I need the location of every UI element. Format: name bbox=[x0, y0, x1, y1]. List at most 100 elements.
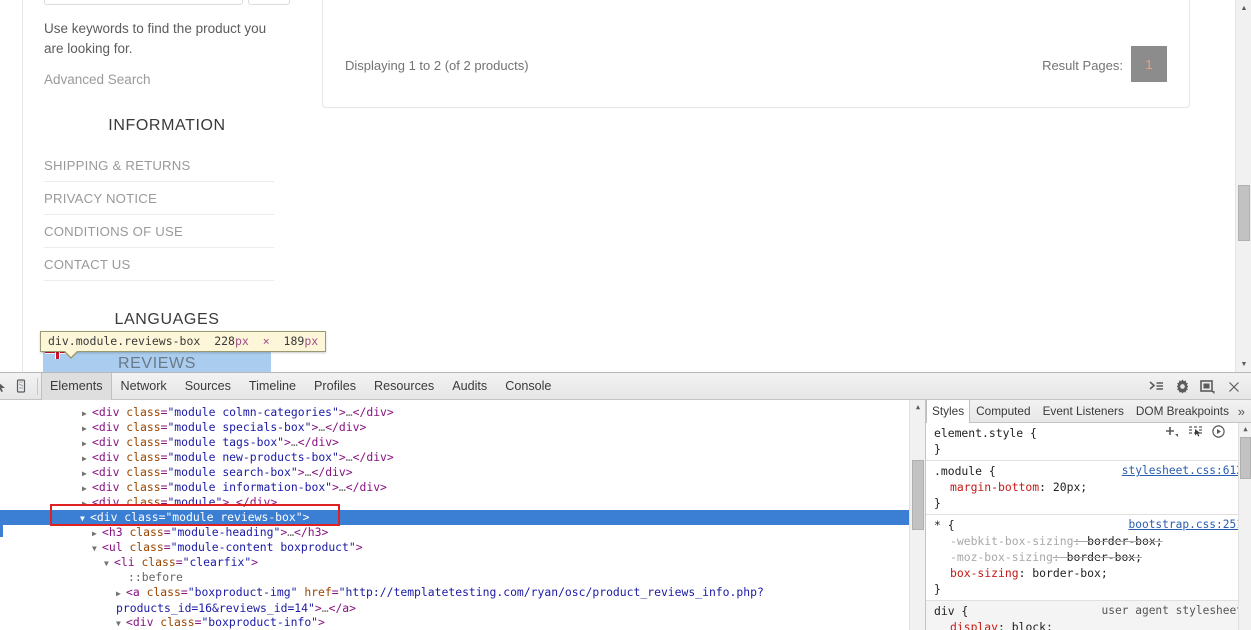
expand-triangle-icon[interactable]: ▶ bbox=[82, 466, 92, 481]
dom-node-row[interactable]: ▶ <div class="module search-box">…</div> bbox=[0, 465, 925, 480]
sidebar-link-shipping-returns[interactable]: SHIPPING & RETURNS bbox=[44, 149, 274, 181]
close-icon[interactable] bbox=[1221, 374, 1247, 400]
advanced-search-link[interactable]: Advanced Search bbox=[44, 72, 290, 87]
dom-node-row[interactable]: ▶ <div class="module new-products-box">…<… bbox=[0, 450, 925, 465]
dom-node-row[interactable]: ▼ <ul class="module-content boxproduct"> bbox=[0, 540, 925, 555]
expand-triangle-icon[interactable]: ▶ bbox=[92, 526, 102, 541]
dom-node-row[interactable]: ▶ <h3 class="module-heading">…</h3> bbox=[0, 525, 925, 540]
declaration-value[interactable]: border-box; bbox=[1080, 534, 1162, 548]
list-item[interactable]: PRIVACY NOTICE bbox=[44, 182, 274, 215]
dom-node-row[interactable]: ▶ <div class="module specials-box">…</div… bbox=[0, 420, 925, 435]
declaration[interactable]: margin-bottom: 20px; bbox=[934, 479, 1243, 495]
list-item[interactable]: SHIPPING & RETURNS bbox=[44, 149, 274, 182]
collapse-triangle-icon[interactable]: ▼ bbox=[116, 616, 126, 630]
more-tabs-chevron-icon[interactable]: » bbox=[1238, 404, 1251, 419]
declaration-value[interactable]: border-box; bbox=[1025, 566, 1107, 580]
collapse-triangle-icon[interactable]: ▼ bbox=[104, 556, 114, 571]
tab-elements[interactable]: Elements bbox=[41, 372, 112, 400]
scroll-up-arrow-icon[interactable]: ▲ bbox=[1236, 0, 1251, 16]
search-input[interactable] bbox=[44, 0, 243, 5]
collapse-triangle-icon[interactable]: ▼ bbox=[80, 511, 90, 526]
declaration-property[interactable]: -moz-box-sizing bbox=[934, 549, 1053, 565]
dom-node-row-anchor[interactable]: ▶ <a class="boxproduct-img" href="http://… bbox=[0, 585, 925, 615]
dom-node-row[interactable]: ▼ <div class="boxproduct-info"> bbox=[0, 615, 925, 630]
sidebar-link-contact-us[interactable]: CONTACT US bbox=[44, 248, 274, 280]
tab-styles[interactable]: Styles bbox=[926, 400, 971, 423]
scrollbar-thumb[interactable] bbox=[912, 460, 924, 530]
add-style-rule-icon[interactable] bbox=[1165, 426, 1179, 442]
scroll-up-arrow-icon[interactable]: ▲ bbox=[910, 400, 925, 414]
tab-sources[interactable]: Sources bbox=[176, 373, 240, 400]
expand-triangle-icon[interactable]: ▶ bbox=[82, 496, 92, 511]
tab-network[interactable]: Network bbox=[112, 373, 176, 400]
expand-triangle-icon[interactable]: ▶ bbox=[82, 436, 92, 451]
declaration-property[interactable]: margin-bottom bbox=[934, 479, 1039, 495]
device-toolbar-icon[interactable] bbox=[8, 373, 34, 399]
pagination-page-1-button[interactable]: 1 bbox=[1131, 46, 1167, 82]
tab-event-listeners[interactable]: Event Listeners bbox=[1037, 400, 1130, 423]
declaration-value[interactable]: border-box; bbox=[1060, 550, 1142, 564]
declaration-property[interactable]: display bbox=[934, 619, 998, 630]
dom-closing-tag: </div> bbox=[311, 465, 353, 479]
style-rule-element-style[interactable]: element.style { } bbox=[926, 423, 1251, 461]
declaration-disabled[interactable]: -moz-box-sizing: border-box; bbox=[934, 549, 1243, 565]
browser-page-viewport: Displaying 1 to 2 (of 2 products) Result… bbox=[0, 0, 1251, 372]
dom-tag-close: > bbox=[251, 555, 259, 569]
declaration-disabled[interactable]: -webkit-box-sizing: border-box; bbox=[934, 533, 1243, 549]
style-rule-user-agent[interactable]: user agent stylesheet div { display: blo… bbox=[926, 601, 1251, 630]
scroll-up-arrow-icon[interactable]: ▲ bbox=[1239, 423, 1251, 435]
console-drawer-icon[interactable] bbox=[1143, 374, 1169, 400]
expand-triangle-icon[interactable]: ▶ bbox=[82, 421, 92, 436]
declaration-property[interactable]: -webkit-box-sizing bbox=[934, 533, 1073, 549]
styles-pane-scrollbar[interactable]: ▲ bbox=[1238, 423, 1251, 630]
expand-triangle-icon[interactable]: ▶ bbox=[116, 586, 126, 601]
element-state-icon[interactable] bbox=[1188, 425, 1203, 442]
declaration-property[interactable]: box-sizing bbox=[934, 565, 1019, 581]
dock-side-icon[interactable] bbox=[1195, 374, 1221, 400]
settings-gear-icon[interactable] bbox=[1169, 374, 1195, 400]
tab-timeline[interactable]: Timeline bbox=[240, 373, 305, 400]
expand-triangle-icon[interactable]: ▶ bbox=[82, 481, 92, 496]
dom-tree-scrollbar[interactable]: ▲ bbox=[909, 400, 925, 630]
expand-triangle-icon[interactable]: ▶ bbox=[82, 406, 92, 421]
sidebar-link-conditions-of-use[interactable]: CONDITIONS OF USE bbox=[44, 215, 274, 247]
style-rule-universal[interactable]: bootstrap.css:251 * { -webkit-box-sizing… bbox=[926, 515, 1251, 601]
dom-node-row[interactable]: ▶ <div class="module">…</div> bbox=[0, 495, 925, 510]
declaration[interactable]: box-sizing: border-box; bbox=[934, 565, 1243, 581]
page-vertical-scrollbar[interactable]: ▲ ▼ bbox=[1235, 0, 1251, 372]
declaration-value[interactable]: 20px; bbox=[1046, 480, 1087, 494]
computed-style-toggle-icon[interactable] bbox=[1212, 425, 1225, 442]
expand-triangle-icon[interactable]: ▶ bbox=[82, 451, 92, 466]
dom-node-row[interactable]: ▶ <div class="module colmn-categories">…<… bbox=[0, 405, 925, 420]
scrollbar-thumb[interactable] bbox=[1240, 437, 1251, 479]
declaration[interactable]: display: block; bbox=[934, 619, 1243, 630]
dom-tree-pane[interactable]: ▶ <div class="module colmn-categories">…<… bbox=[0, 400, 925, 630]
dom-closing-tag: </a> bbox=[328, 601, 357, 615]
rule-source-link[interactable]: stylesheet.css:612 bbox=[1122, 463, 1243, 479]
dom-node-row[interactable]: ▼ <li class="clearfix"> bbox=[0, 555, 925, 570]
dom-node-row[interactable]: ▶ <div class="module tags-box">…</div> bbox=[0, 435, 925, 450]
scrollbar-thumb[interactable] bbox=[1238, 185, 1250, 241]
dom-tag: <div bbox=[92, 480, 120, 494]
style-rule-module[interactable]: stylesheet.css:612 .module { margin-bott… bbox=[926, 461, 1251, 515]
tab-resources[interactable]: Resources bbox=[365, 373, 443, 400]
tab-computed[interactable]: Computed bbox=[970, 400, 1036, 423]
rule-source-link[interactable]: bootstrap.css:251 bbox=[1128, 517, 1243, 533]
tab-dom-breakpoints[interactable]: DOM Breakpoints bbox=[1130, 400, 1235, 423]
list-item[interactable]: CONTACT US bbox=[44, 248, 274, 281]
inspect-element-icon[interactable] bbox=[0, 373, 8, 399]
search-submit-button[interactable] bbox=[248, 0, 290, 5]
dom-attr: class bbox=[129, 525, 164, 539]
list-item[interactable]: CONDITIONS OF USE bbox=[44, 215, 274, 248]
declaration-value[interactable]: block; bbox=[1005, 620, 1053, 630]
scroll-down-arrow-icon[interactable]: ▼ bbox=[1236, 356, 1251, 372]
sidebar-link-privacy-notice[interactable]: PRIVACY NOTICE bbox=[44, 182, 274, 214]
tab-audits[interactable]: Audits bbox=[443, 373, 496, 400]
collapse-triangle-icon[interactable]: ▼ bbox=[92, 541, 102, 556]
dom-node-row[interactable]: ▶ <div class="module information-box">…</… bbox=[0, 480, 925, 495]
dom-pseudo-row[interactable]: ::before bbox=[0, 570, 925, 585]
dom-attr-value: "module" bbox=[167, 495, 223, 509]
tab-console[interactable]: Console bbox=[496, 373, 560, 400]
tab-profiles[interactable]: Profiles bbox=[305, 373, 365, 400]
dom-node-row-selected[interactable]: ▼ <div class="module reviews-box"> bbox=[0, 510, 925, 525]
